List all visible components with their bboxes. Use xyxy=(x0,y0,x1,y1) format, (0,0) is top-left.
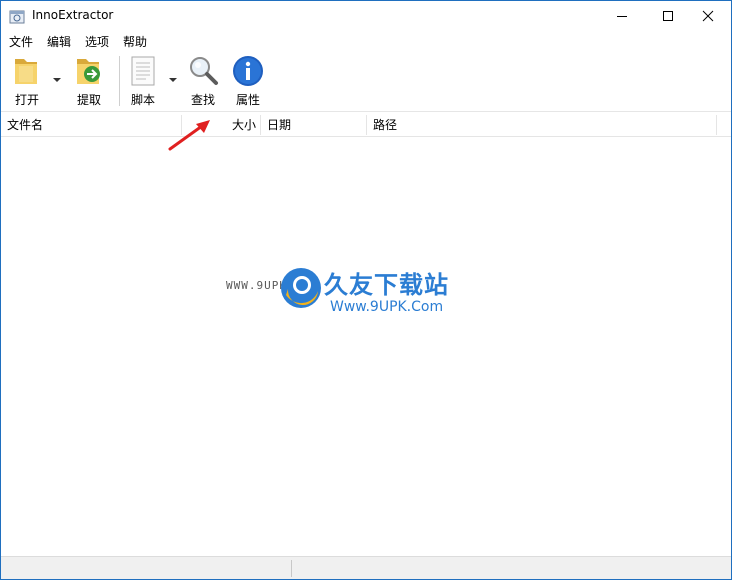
file-list[interactable] xyxy=(1,138,731,556)
properties-button[interactable]: 属性 xyxy=(230,54,266,108)
script-document-icon xyxy=(131,56,155,86)
watermark-url: Www.9UPK.Com xyxy=(330,299,444,315)
script-label: 脚本 xyxy=(130,93,155,107)
title-bar[interactable]: InnoExtractor xyxy=(1,1,731,31)
column-header-size[interactable]: 大小 xyxy=(232,113,256,137)
maximize-icon xyxy=(663,11,673,21)
extract-button[interactable]: 提取 xyxy=(71,54,107,108)
close-icon xyxy=(702,10,714,22)
minimize-icon xyxy=(617,16,627,17)
watermark-name: 久友下载站 xyxy=(324,271,449,299)
column-header-path[interactable]: 路径 xyxy=(373,113,397,137)
script-button[interactable]: 脚本 xyxy=(125,54,161,108)
find-label: 查找 xyxy=(190,93,215,107)
file-list-header: 文件名 大小 日期 路径 xyxy=(1,113,731,137)
menu-options[interactable]: 选项 xyxy=(85,33,109,50)
dropdown-arrow-icon[interactable] xyxy=(169,76,177,84)
find-button[interactable]: 查找 xyxy=(185,54,221,108)
folder-open-icon xyxy=(15,59,37,84)
toolbar-separator xyxy=(119,56,120,106)
watermark-logo-icon xyxy=(281,268,321,308)
window-title: InnoExtractor xyxy=(32,8,114,22)
close-button[interactable] xyxy=(685,1,731,31)
app-icon xyxy=(9,10,25,24)
column-header-filename[interactable]: 文件名 xyxy=(7,113,43,137)
properties-label: 属性 xyxy=(235,93,260,107)
status-panel-2 xyxy=(292,557,731,579)
watermark: WWW.9UPK.COM 久友下载站 Www.9UPK.Com xyxy=(226,259,486,339)
column-divider[interactable] xyxy=(366,115,367,135)
menu-help[interactable]: 帮助 xyxy=(123,33,147,50)
status-panel-1 xyxy=(1,557,291,579)
open-label: 打开 xyxy=(14,93,39,107)
red-arrow-annotation xyxy=(168,120,210,151)
magnifier-icon xyxy=(190,57,218,85)
info-icon xyxy=(233,56,263,86)
open-button[interactable]: 打开 xyxy=(9,54,45,108)
folder-extract-icon xyxy=(77,59,100,84)
column-header-date[interactable]: 日期 xyxy=(267,113,291,137)
status-bar xyxy=(1,556,731,579)
minimize-button[interactable] xyxy=(599,1,645,31)
dropdown-arrow-icon[interactable] xyxy=(53,76,61,84)
menu-bar: 文件 编辑 选项 帮助 xyxy=(1,31,731,50)
menu-edit[interactable]: 编辑 xyxy=(47,33,71,50)
app-window: InnoExtractor 文件 编辑 选项 帮助 打开 提取 脚本 查找 属性… xyxy=(0,0,732,580)
extract-label: 提取 xyxy=(76,93,101,107)
toolbar: 打开 提取 脚本 查找 属性 xyxy=(1,50,731,112)
column-divider[interactable] xyxy=(260,115,261,135)
column-divider[interactable] xyxy=(716,115,717,135)
menu-file[interactable]: 文件 xyxy=(9,33,33,50)
